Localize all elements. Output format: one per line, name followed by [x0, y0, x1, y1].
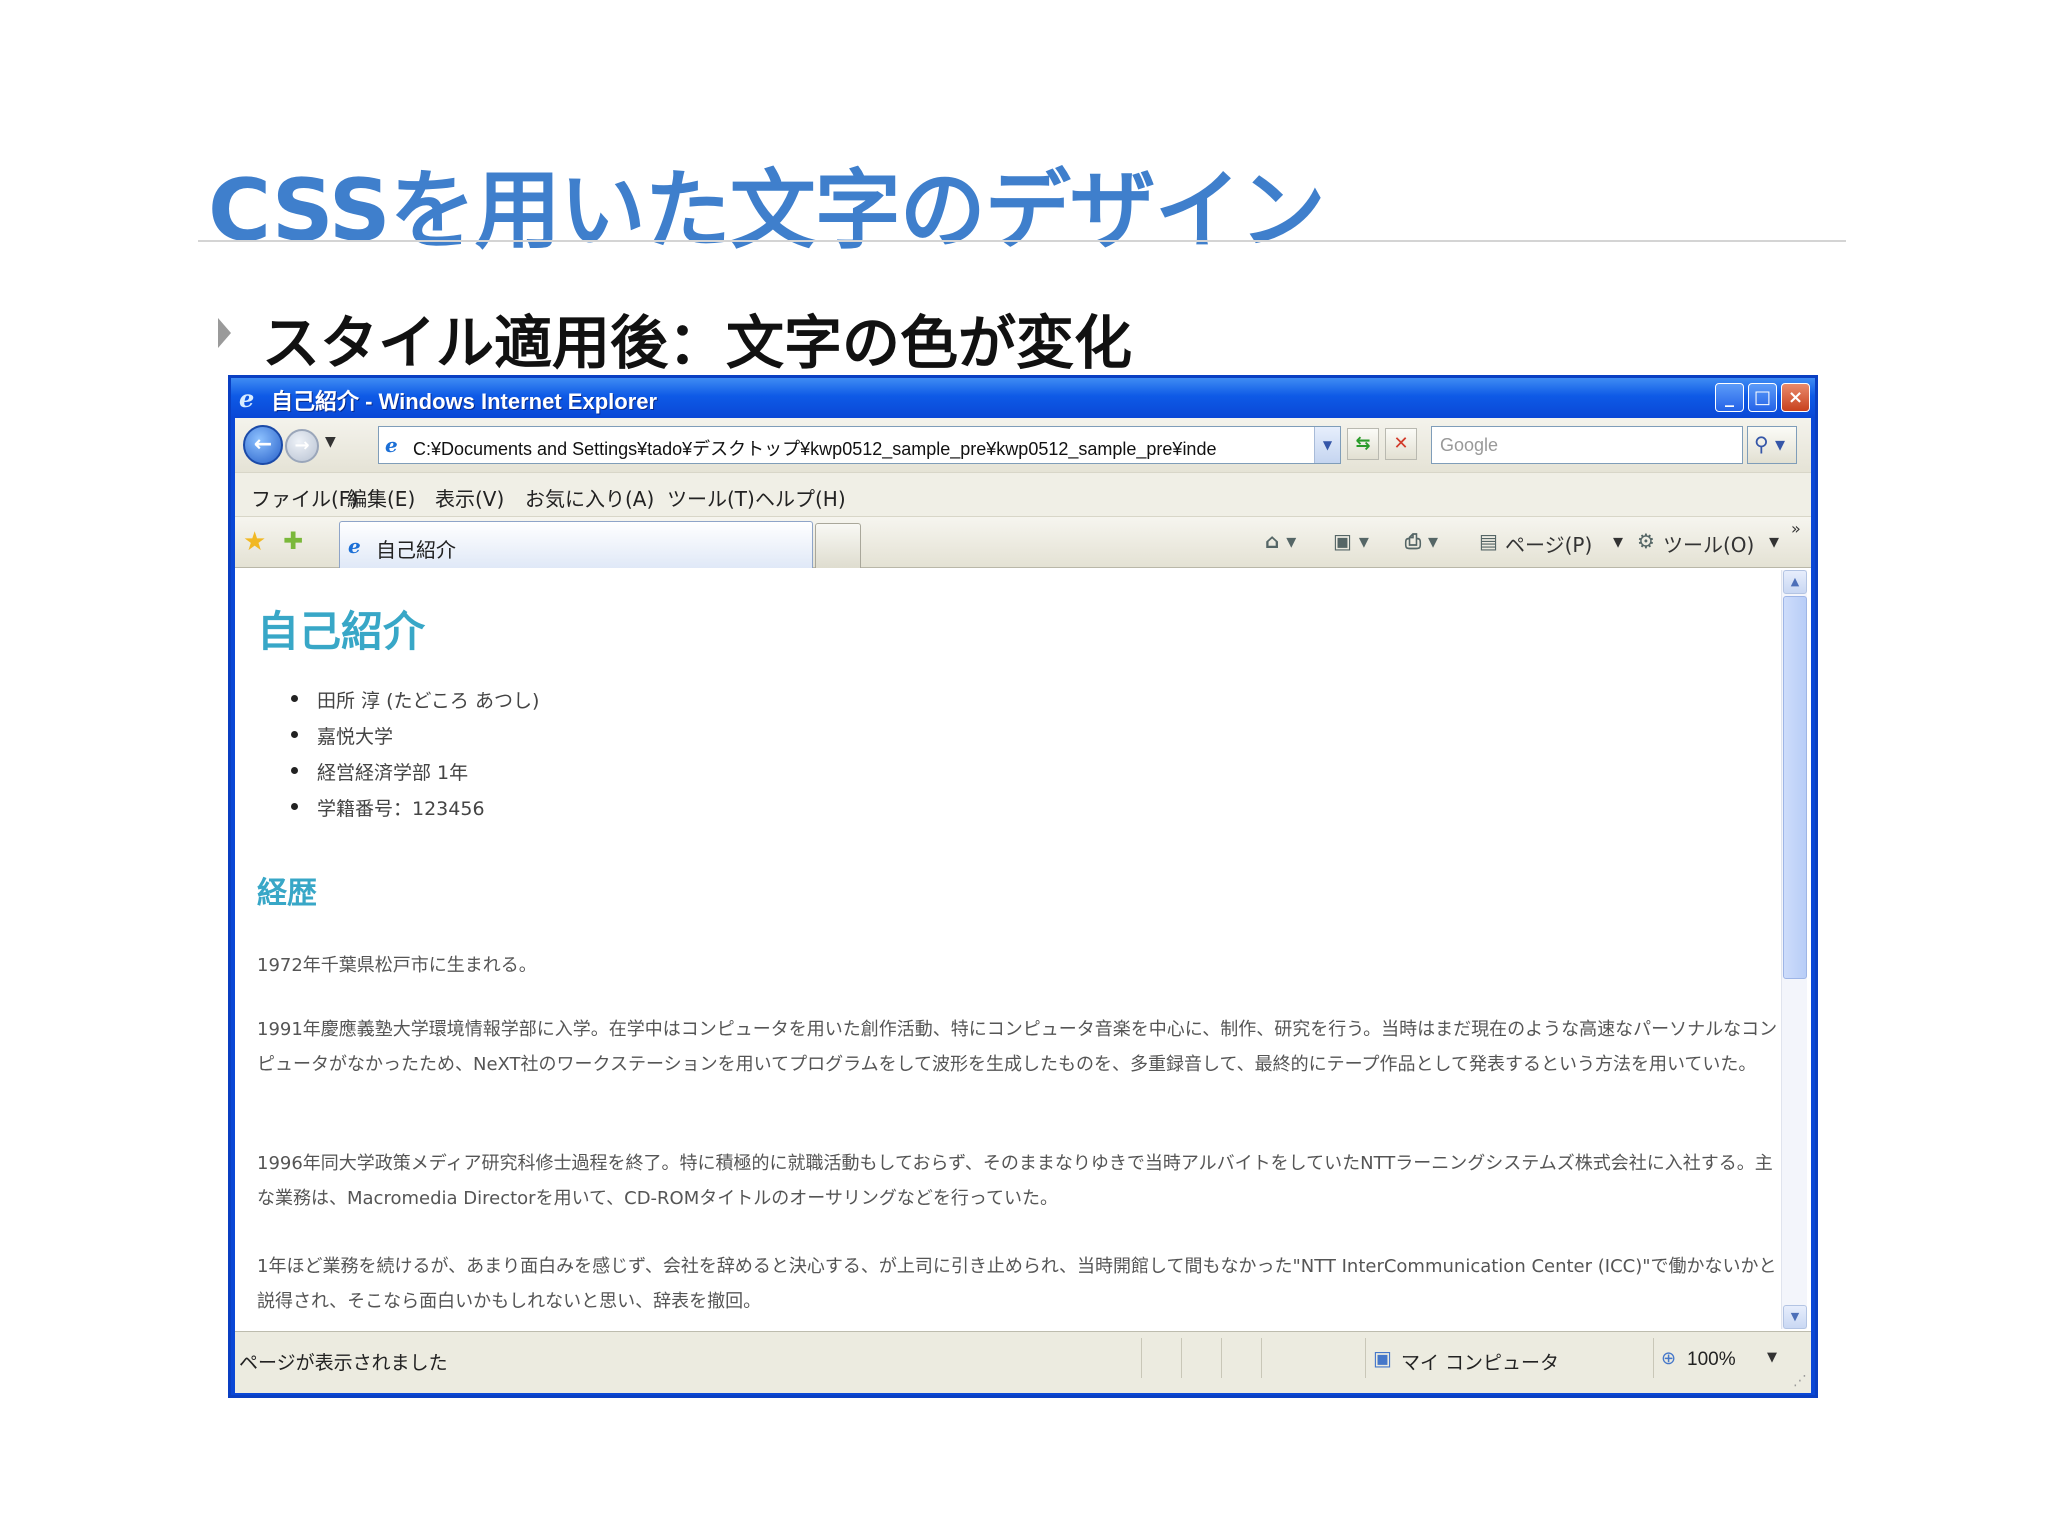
zoom-dropdown-icon[interactable]: ▼ — [1767, 1350, 1777, 1365]
refresh-icon[interactable]: ⇆ — [1347, 428, 1379, 460]
menu-file[interactable]: ファイル(F) — [251, 483, 358, 512]
scroll-up-icon[interactable]: ▲ — [1783, 570, 1807, 594]
history-paragraph: 1年ほど業務を続けるが、あまり面白みを感じず、会社を辞めると決心する、が上司に引… — [257, 1256, 1777, 1312]
stop-icon[interactable]: ✕ — [1385, 428, 1417, 460]
close-button[interactable]: × — [1781, 383, 1810, 412]
menu-help[interactable]: ヘルプ(H) — [755, 483, 846, 512]
status-bar: ページが表示されました ▣ マイ コンピュータ ⊕ 100% ▼ ⋰ — [235, 1331, 1811, 1393]
history-paragraph: 1996年同大学政策メディア研究科修士過程を終了。特に積極的に就職活動もしておら… — [257, 1153, 1773, 1209]
ie-page-icon: e — [385, 433, 398, 457]
search-icon[interactable]: ⚲ ▾ — [1747, 426, 1797, 464]
tools-gear-icon: ⚙ — [1637, 529, 1655, 553]
address-url[interactable]: C:¥Documents and Settings¥tado¥デスクトップ¥kw… — [413, 435, 1303, 461]
status-divider — [1653, 1338, 1654, 1378]
tools-menu-dropdown-icon[interactable]: ▾ — [1769, 529, 1779, 553]
computer-icon: ▣ — [1373, 1346, 1392, 1370]
menu-edit[interactable]: 編集(E) — [347, 483, 415, 512]
zoom-level[interactable]: 100% — [1687, 1349, 1736, 1371]
list-item: 嘉悦大学 — [291, 722, 539, 758]
list-item: 田所 淳 (たどころ あつし) — [291, 686, 539, 722]
chevron-more-icon[interactable]: » — [1791, 519, 1801, 538]
search-placeholder: Google — [1440, 435, 1499, 455]
status-divider — [1261, 1338, 1262, 1378]
add-favorite-icon[interactable]: ✚ — [283, 527, 303, 555]
menu-tools[interactable]: ツール(T) — [667, 483, 755, 512]
title-divider — [198, 240, 1846, 242]
slide-title: CSSを用いた文字のデザイン — [208, 161, 1326, 261]
status-divider — [1221, 1338, 1222, 1378]
status-divider — [1181, 1338, 1182, 1378]
browser-client: ← → ▼ e C:¥Documents and Settings¥tado¥デ… — [235, 418, 1811, 1393]
search-input[interactable]: Google — [1431, 426, 1743, 464]
vertical-scrollbar[interactable]: ▲ ▼ — [1781, 570, 1807, 1329]
minimize-button[interactable]: _ — [1715, 383, 1744, 412]
favorites-star-icon[interactable]: ★ — [243, 527, 266, 557]
status-divider — [1365, 1338, 1366, 1378]
tools-menu[interactable]: ツール(O) — [1663, 529, 1754, 558]
window-title: 自己紹介 - Windows Internet Explorer — [271, 389, 658, 414]
ie-window: e 自己紹介 - Windows Internet Explorer _ □ ×… — [228, 375, 1818, 1398]
zoom-icon: ⊕ — [1661, 1348, 1677, 1369]
forward-arrow-icon[interactable]: → — [285, 429, 319, 463]
page-menu[interactable]: ページ(P) — [1505, 529, 1592, 558]
back-arrow-icon[interactable]: ← — [243, 425, 283, 465]
feeds-icon[interactable]: ▣ ▾ — [1333, 529, 1369, 553]
history-dropdown-icon[interactable]: ▼ — [325, 434, 336, 450]
window-titlebar[interactable]: e 自己紹介 - Windows Internet Explorer _ □ × — [231, 378, 1815, 418]
tab-toolbar: ★ ✚ e 自己紹介 ⌂ ▾ ▣ ▾ ⎙ ▾ ▤ ページ(P) ▾ ⚙ ツール(… — [235, 516, 1811, 569]
status-divider — [1141, 1338, 1142, 1378]
scroll-down-icon[interactable]: ▼ — [1783, 1305, 1807, 1329]
tab-label: 自己紹介 — [376, 538, 456, 562]
security-zone[interactable]: マイ コンピュータ — [1401, 1348, 1559, 1375]
resize-grip-icon[interactable]: ⋰ — [1793, 1373, 1807, 1389]
doc-heading: 自己紹介 — [257, 607, 426, 656]
history-paragraph: 1991年慶應義塾大学環境情報学部に入学。在学中はコンピュータを用いた創作活動、… — [257, 1019, 1778, 1075]
print-icon[interactable]: ⎙ ▾ — [1405, 529, 1438, 553]
page-menu-dropdown-icon[interactable]: ▾ — [1613, 529, 1623, 553]
ie-icon: e — [239, 384, 255, 413]
list-item: 学籍番号：123456 — [291, 794, 539, 830]
doc-subheading: 経歴 — [257, 876, 317, 911]
menu-favorites[interactable]: お気に入り(A) — [525, 483, 654, 512]
tab-active[interactable]: e 自己紹介 — [339, 521, 813, 569]
menu-view[interactable]: 表示(V) — [435, 483, 504, 512]
slide-bullet: スタイル適用後：文字の色が変化 — [262, 309, 1133, 377]
scroll-thumb[interactable] — [1783, 596, 1807, 979]
address-dropdown-icon[interactable]: ▼ — [1314, 427, 1340, 463]
profile-list: 田所 淳 (たどころ あつし) 嘉悦大学 経営経済学部 1年 学籍番号：1234… — [291, 686, 539, 830]
page-viewport: 自己紹介 田所 淳 (たどころ あつし) 嘉悦大学 経営経済学部 1年 学籍番号… — [235, 568, 1811, 1331]
home-icon[interactable]: ⌂ ▾ — [1265, 529, 1296, 553]
history-paragraph: 1972年千葉県松戸市に生まれる。 — [257, 955, 537, 976]
bullet-arrow-icon — [218, 318, 231, 348]
new-tab-button[interactable] — [815, 523, 861, 569]
address-toolbar: ← → ▼ e C:¥Documents and Settings¥tado¥デ… — [235, 418, 1811, 472]
address-bar[interactable]: e C:¥Documents and Settings¥tado¥デスクトップ¥… — [378, 426, 1341, 464]
list-item: 経営経済学部 1年 — [291, 758, 539, 794]
menu-bar: ファイル(F) 編集(E) 表示(V) お気に入り(A) ツール(T) ヘルプ(… — [235, 472, 1811, 516]
maximize-button[interactable]: □ — [1748, 383, 1777, 412]
page-icon: ▤ — [1479, 529, 1498, 553]
ie-tab-icon: e — [348, 534, 361, 558]
status-text: ページが表示されました — [239, 1352, 448, 1374]
